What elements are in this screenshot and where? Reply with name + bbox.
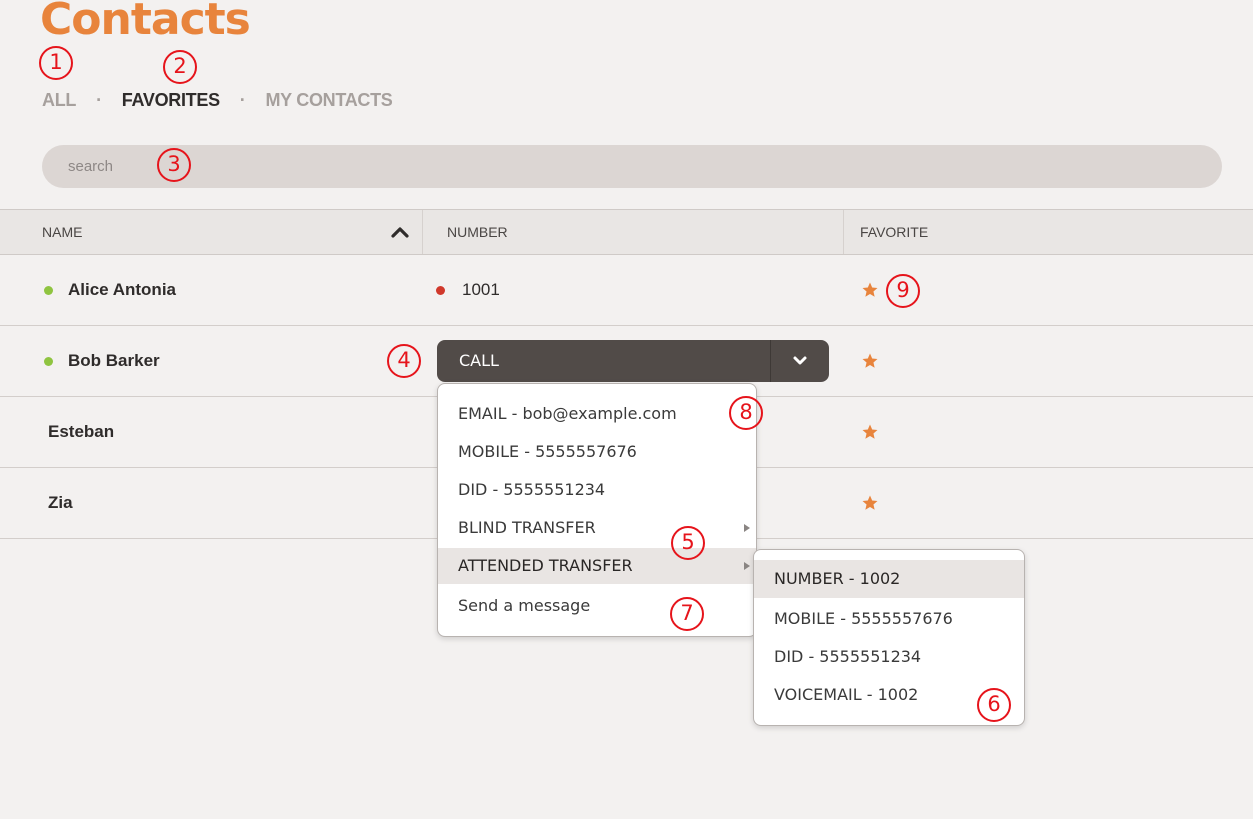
annotation-marker: 6 (977, 688, 1011, 722)
submenu-item-number[interactable]: NUMBER - 1002 (754, 560, 1024, 598)
call-button-divider (770, 340, 771, 382)
submenu-item-did[interactable]: DID - 5555551234 (754, 638, 1024, 676)
star-icon[interactable] (861, 423, 879, 441)
contact-name: Bob Barker (68, 351, 160, 370)
submenu-arrow-icon (744, 562, 750, 570)
annotation-marker: 7 (670, 597, 704, 631)
contact-name: Esteban (48, 422, 115, 441)
menu-item-blind-transfer[interactable]: BLIND TRANSFER (438, 510, 756, 546)
presence-online-indicator (44, 357, 53, 366)
menu-item-label: ATTENDED TRANSFER (458, 556, 633, 575)
annotation-marker: 1 (39, 46, 73, 80)
call-options-menu: EMAIL - bob@example.com MOBILE - 5555557… (437, 383, 757, 637)
contact-name: Zia (48, 493, 73, 512)
table-row[interactable]: Alice Antonia 1001 (0, 255, 1253, 326)
annotation-marker: 5 (671, 526, 705, 560)
annotation-marker: 8 (729, 396, 763, 430)
filter-tabs: ALL · FAVORITES · MY CONTACTS (42, 90, 393, 111)
chevron-down-icon[interactable] (792, 354, 808, 368)
contact-name: Alice Antonia (68, 280, 176, 299)
star-icon[interactable] (861, 494, 879, 512)
menu-item-label: BLIND TRANSFER (458, 518, 596, 537)
annotation-marker: 4 (387, 344, 421, 378)
tab-favorites[interactable]: FAVORITES (122, 90, 220, 111)
annotation-marker: 9 (886, 274, 920, 308)
presence-online-indicator (44, 286, 53, 295)
sort-up-icon[interactable] (391, 225, 409, 239)
contact-number[interactable]: 1001 (462, 255, 500, 325)
menu-item-did[interactable]: DID - 5555551234 (438, 472, 756, 508)
submenu-arrow-icon (744, 524, 750, 532)
page-title: Contacts (40, 0, 251, 45)
menu-item-attended-transfer[interactable]: ATTENDED TRANSFER (438, 548, 756, 584)
search-input[interactable] (42, 145, 1222, 188)
menu-item-email[interactable]: EMAIL - bob@example.com (438, 396, 756, 432)
star-icon[interactable] (861, 281, 879, 299)
column-header-favorite[interactable]: FAVORITE (843, 210, 928, 254)
table-header: NAME NUMBER FAVORITE (0, 209, 1253, 255)
star-icon[interactable] (861, 352, 879, 370)
column-header-name[interactable]: NAME (42, 210, 82, 254)
call-button[interactable]: CALL (437, 340, 829, 382)
tab-my-contacts[interactable]: MY CONTACTS (265, 90, 392, 111)
number-status-busy-indicator (436, 286, 445, 295)
tab-all[interactable]: ALL (42, 90, 76, 111)
submenu-item-mobile[interactable]: MOBILE - 5555557676 (754, 600, 1024, 638)
menu-item-send-message[interactable]: Send a message (438, 588, 756, 624)
annotation-marker: 3 (157, 148, 191, 182)
tab-separator: · (239, 90, 246, 110)
column-header-number[interactable]: NUMBER (422, 210, 508, 254)
tab-separator: · (96, 90, 102, 110)
menu-item-mobile[interactable]: MOBILE - 5555557676 (438, 434, 756, 470)
call-button-label: CALL (459, 351, 499, 370)
annotation-marker: 2 (163, 50, 197, 84)
